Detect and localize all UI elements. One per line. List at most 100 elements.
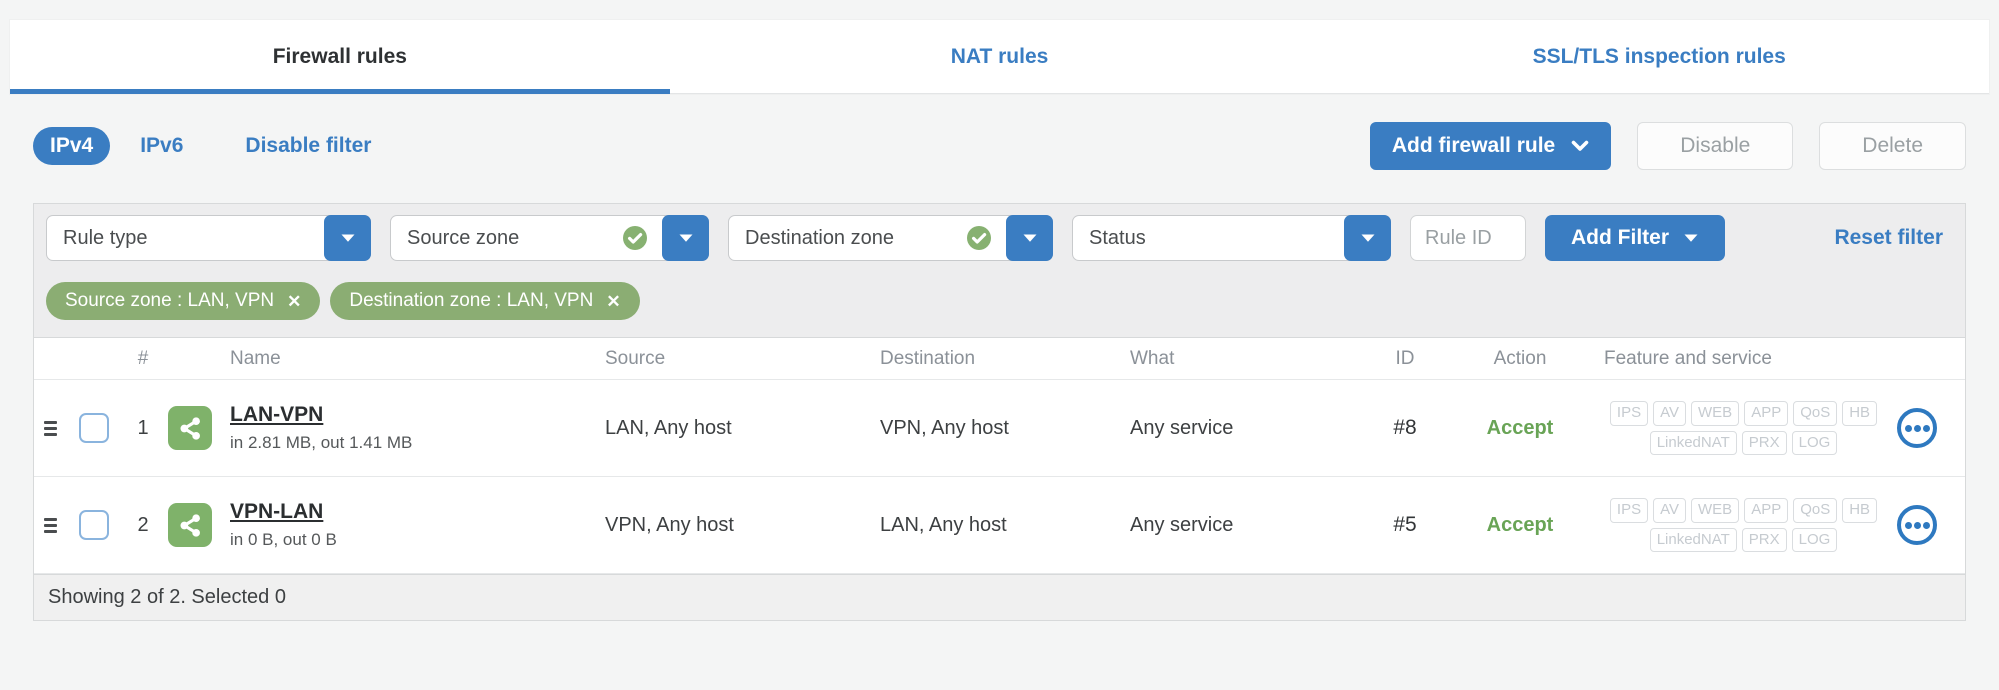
rule-action-status: Accept xyxy=(1486,513,1554,536)
feature-badge: HB xyxy=(1842,400,1878,426)
column-header-what: What xyxy=(1130,347,1175,369)
feature-badge: APP xyxy=(1744,497,1789,523)
row-number: 2 xyxy=(137,513,149,536)
share-network-icon[interactable] xyxy=(168,503,212,547)
close-icon[interactable]: ✕ xyxy=(606,293,620,310)
tab-label: SSL/TLS inspection rules xyxy=(1532,44,1786,68)
filter-row: Rule type Source zone Destination zone S… xyxy=(34,204,1965,272)
feature-badge: APP xyxy=(1744,400,1789,426)
feature-badge: IPS xyxy=(1609,400,1649,426)
close-icon[interactable]: ✕ xyxy=(287,293,301,310)
dropdown-label: Destination zone xyxy=(745,226,894,249)
filter-dropdown-rule-type[interactable]: Rule type xyxy=(46,215,371,261)
table-row: 1 LAN-VPN in 2.81 MB, out 1.41 MB LAN, A… xyxy=(34,380,1965,477)
chevron-down-icon[interactable] xyxy=(324,215,371,261)
chevron-down-icon[interactable] xyxy=(1344,215,1391,261)
tab-label: Firewall rules xyxy=(272,44,407,68)
chevron-down-icon[interactable] xyxy=(662,215,709,261)
rule-what: Any service xyxy=(1130,513,1234,536)
rule-source: VPN, Any host xyxy=(605,513,734,536)
chip-label: Destination zone : LAN, VPN xyxy=(349,290,594,311)
rule-action-status: Accept xyxy=(1486,416,1554,439)
rule-destination: VPN, Any host xyxy=(880,416,1009,439)
column-header-feature-and-service: Feature and service xyxy=(1604,347,1772,369)
chevron-down-icon xyxy=(1571,140,1589,152)
table-footer: Showing 2 of 2. Selected 0 xyxy=(34,574,1965,620)
add-firewall-rule-label: Add firewall rule xyxy=(1391,134,1556,157)
disable-button[interactable]: Disable xyxy=(1637,122,1794,170)
chevron-down-icon xyxy=(1683,233,1699,243)
feature-badge: WEB xyxy=(1691,400,1740,426)
add-filter-button[interactable]: Add Filter xyxy=(1545,215,1725,261)
feature-badge: PRX xyxy=(1741,430,1787,456)
feature-badge: HB xyxy=(1842,497,1878,523)
tab-label: NAT rules xyxy=(950,44,1049,68)
feature-badge: LinkedNAT xyxy=(1649,430,1737,456)
filter-chips-row: Source zone : LAN, VPN ✕ Destination zon… xyxy=(34,272,1965,337)
filter-dropdown-status[interactable]: Status xyxy=(1072,215,1391,261)
toolbar: IPv4 IPv6 Disable filter Add firewall ru… xyxy=(33,122,1966,170)
ipv6-toggle[interactable]: IPv6 xyxy=(140,134,183,158)
add-firewall-rule-button[interactable]: Add firewall rule xyxy=(1369,122,1612,170)
row-menu-ellipsis-icon[interactable] xyxy=(1897,505,1937,545)
filter-applied-check-icon xyxy=(622,225,648,251)
delete-button[interactable]: Delete xyxy=(1819,122,1966,170)
row-checkbox[interactable] xyxy=(79,510,109,540)
filter-applied-check-icon xyxy=(966,225,992,251)
feature-badge: WEB xyxy=(1691,497,1740,523)
rule-source: LAN, Any host xyxy=(605,416,732,439)
firewall-rules-page: Firewall rules NAT rules SSL/TLS inspect… xyxy=(0,20,1999,621)
feature-badges: IPS AV WEB APP QoS HB LinkedNAT PRX LOG xyxy=(1590,497,1897,553)
rule-name-cell: VPN-LAN in 0 B, out 0 B xyxy=(230,500,605,550)
tab-ssl-tls-inspection-rules[interactable]: SSL/TLS inspection rules xyxy=(1329,20,1989,93)
toolbar-actions: Add firewall rule Disable Delete xyxy=(1369,122,1966,170)
disable-filter-link[interactable]: Disable filter xyxy=(245,134,371,158)
share-network-icon[interactable] xyxy=(168,406,212,450)
table-row: 2 VPN-LAN in 0 B, out 0 B VPN, Any host … xyxy=(34,477,1965,574)
drag-handle[interactable] xyxy=(44,517,57,533)
feature-badge: LinkedNAT xyxy=(1649,527,1737,553)
rule-destination: LAN, Any host xyxy=(880,513,1007,536)
rule-id-input[interactable] xyxy=(1410,215,1526,261)
rule-name-link[interactable]: VPN-LAN xyxy=(230,500,323,524)
feature-badge: LOG xyxy=(1791,430,1838,456)
feature-badge: LOG xyxy=(1791,527,1838,553)
filter-dropdown-destination-zone[interactable]: Destination zone xyxy=(728,215,1053,261)
rule-traffic: in 0 B, out 0 B xyxy=(230,530,337,549)
dropdown-label: Source zone xyxy=(407,226,520,249)
column-header-name: Name xyxy=(230,347,281,369)
column-header-source: Source xyxy=(605,347,666,369)
filter-chip-destination-zone: Destination zone : LAN, VPN ✕ xyxy=(330,282,640,320)
add-filter-label: Add Filter xyxy=(1571,226,1669,249)
feature-badge: QoS xyxy=(1793,497,1838,523)
rule-name-link[interactable]: LAN-VPN xyxy=(230,403,323,427)
chevron-down-icon[interactable] xyxy=(1006,215,1053,261)
rule-what: Any service xyxy=(1130,416,1234,439)
feature-badge: PRX xyxy=(1741,527,1787,553)
feature-badges: IPS AV WEB APP QoS HB LinkedNAT PRX LOG xyxy=(1590,400,1897,456)
feature-badge: AV xyxy=(1653,497,1687,523)
tab-bar: Firewall rules NAT rules SSL/TLS inspect… xyxy=(10,20,1989,94)
ipv4-toggle[interactable]: IPv4 xyxy=(33,127,111,165)
rule-name-cell: LAN-VPN in 2.81 MB, out 1.41 MB xyxy=(230,403,605,453)
feature-badge: QoS xyxy=(1793,400,1838,426)
filter-dropdown-source-zone[interactable]: Source zone xyxy=(390,215,709,261)
tab-nat-rules[interactable]: NAT rules xyxy=(670,20,1330,93)
dropdown-label: Rule type xyxy=(63,226,148,249)
row-menu-ellipsis-icon[interactable] xyxy=(1897,408,1937,448)
column-header-action: Action xyxy=(1493,347,1547,369)
column-header-number: # xyxy=(137,347,149,369)
filter-chip-source-zone: Source zone : LAN, VPN ✕ xyxy=(46,282,321,320)
tab-firewall-rules[interactable]: Firewall rules xyxy=(10,20,670,94)
table-header-row: # Name Source Destination What ID Action… xyxy=(34,338,1965,380)
table-summary: Showing 2 of 2. Selected 0 xyxy=(48,586,286,608)
rule-id: #8 xyxy=(1393,416,1417,439)
row-checkbox[interactable] xyxy=(79,413,109,443)
row-number: 1 xyxy=(137,416,149,439)
reset-filter-link[interactable]: Reset filter xyxy=(1834,226,1953,250)
drag-handle[interactable] xyxy=(44,420,57,436)
column-header-id: ID xyxy=(1395,347,1415,369)
feature-badge: AV xyxy=(1653,400,1687,426)
column-header-destination: Destination xyxy=(880,347,976,369)
rules-panel: Rule type Source zone Destination zone S… xyxy=(33,203,1966,621)
